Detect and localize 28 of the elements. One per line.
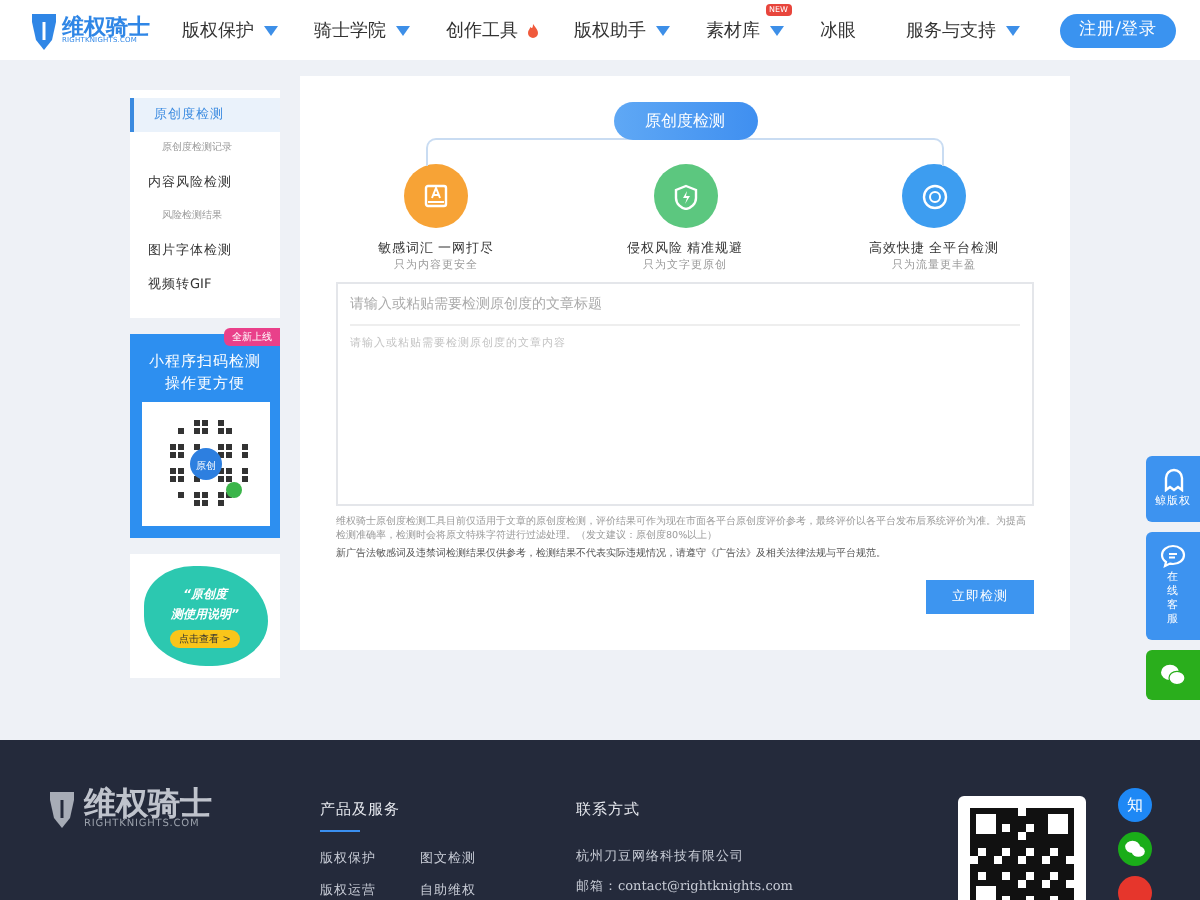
zhihu-icon[interactable]: 知 [1118,788,1152,822]
caret-icon [264,25,278,35]
caret-icon [396,25,410,35]
nav-link[interactable]: 版权保护 [182,17,254,43]
pen-nib-icon [30,10,58,50]
caret-icon [656,25,670,35]
nav-link[interactable]: 版权助手 [574,17,646,43]
qr-code-drawing [970,808,1074,900]
flame-icon [528,23,538,37]
wechat-icon[interactable] [1118,832,1152,866]
caret-icon [770,25,784,35]
nav-link[interactable]: 冰眼 [820,17,856,43]
shield-icon [673,183,697,209]
chat-bubble-icon [1160,544,1186,568]
float-button[interactable] [1146,650,1200,700]
nav-link[interactable]: 素材库 [706,17,760,43]
nav-link[interactable]: 骑士学院 [314,17,386,43]
book-icon [424,184,448,208]
caret-icon [1006,25,1020,35]
weibo-icon[interactable] [1118,876,1152,900]
nav-link[interactable]: 创作工具 [446,17,518,43]
target-icon [921,183,947,209]
ghost-icon [1161,468,1185,492]
wechat-icon [1160,664,1186,686]
nav-link[interactable]: 服务与支持 [906,17,996,43]
footer-logo-text: 维权骑士 [84,787,212,819]
panel-title: 原创度检测 [613,102,757,140]
logo-text: 维权骑士 [62,15,150,38]
